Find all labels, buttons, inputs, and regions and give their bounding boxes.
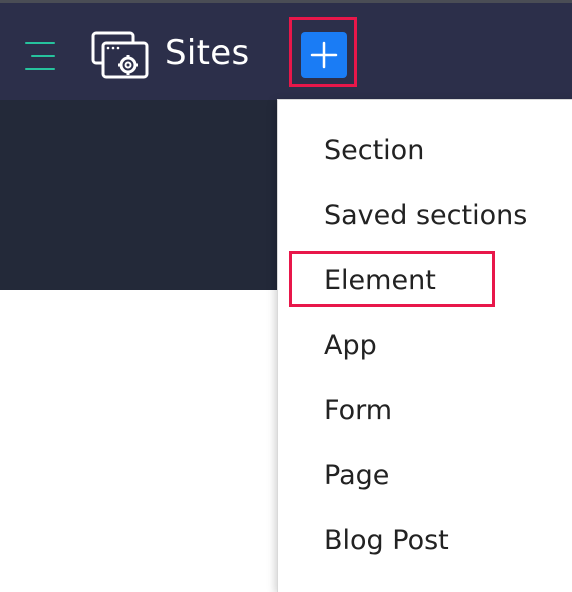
app-title: Sites [165,33,250,73]
plus-icon [310,41,338,69]
add-dropdown-menu: Section Saved sections Element App Form … [277,99,572,592]
menu-item-form[interactable]: Form [324,393,392,429]
add-button[interactable] [301,32,347,78]
hamburger-menu-icon[interactable] [25,39,61,73]
menu-item-app[interactable]: App [324,328,377,364]
menu-item-blog-post[interactable]: Blog Post [324,523,449,559]
top-header-bar: Sites [0,3,572,100]
menu-item-section[interactable]: Section [324,133,424,169]
menu-item-page[interactable]: Page [324,458,389,494]
menu-item-saved-sections[interactable]: Saved sections [324,198,527,234]
menu-item-element[interactable]: Element [324,263,436,299]
sites-logo-icon [90,30,150,80]
